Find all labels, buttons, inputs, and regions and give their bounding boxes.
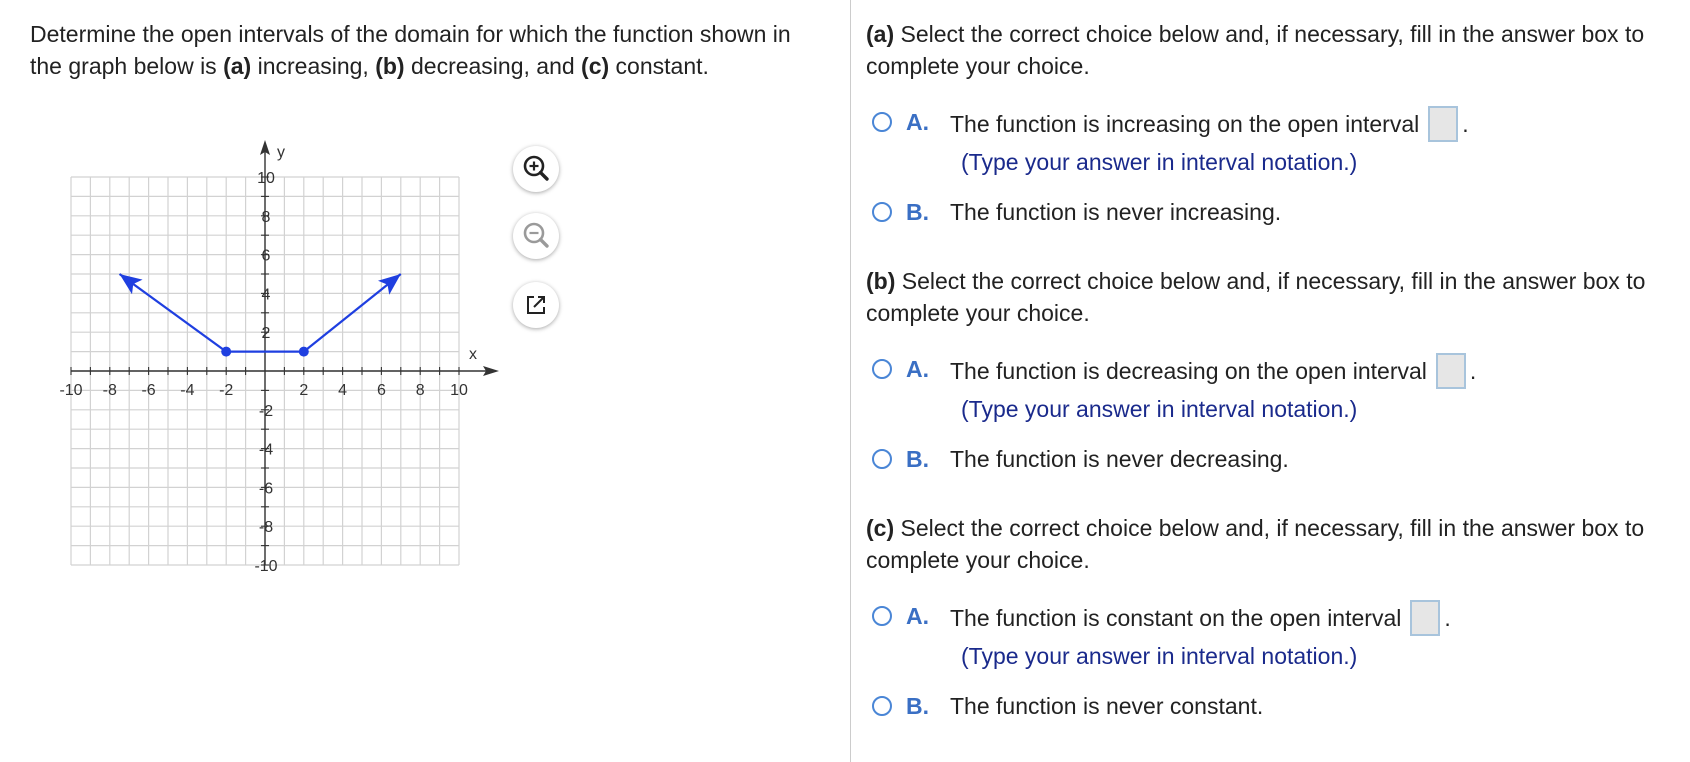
part-c-choice-a-radio[interactable] <box>872 606 892 626</box>
zoom-out-icon <box>523 222 549 248</box>
popout-button[interactable] <box>513 282 559 328</box>
part-b-choice-b[interactable]: B. The function is never decreasing. <box>872 443 1289 475</box>
x-tick-label: 4 <box>338 382 347 399</box>
y-tick-label: -8 <box>259 519 273 536</box>
part-b-choice-b-label: The function is never decreasing. <box>950 446 1289 472</box>
function-graph: -10 -8 -6 -4 -2 2 4 6 8 10 10 8 6 4 2 -2 -4 -6 -8 -10 x y <box>59 140 499 575</box>
part-c-heading-text: Select the correct choice below and, if … <box>866 515 1645 573</box>
part-b-period: . <box>1469 358 1477 384</box>
pane-divider <box>850 0 851 762</box>
part-c-hint: (Type your answer in interval notation.) <box>961 643 1358 669</box>
part-a-label: (a) <box>866 21 895 47</box>
page: Determine the open intervals of the doma… <box>0 0 1690 762</box>
part-c-choice-b[interactable]: B. The function is never constant. <box>872 690 1263 722</box>
part-a-heading-text: Select the correct choice below and, if … <box>866 21 1645 79</box>
part-b-choice-b-radio[interactable] <box>872 449 892 469</box>
popout-icon <box>527 296 545 314</box>
part-b: (b) Select the correct choice below and,… <box>866 265 1686 475</box>
question-constant: constant. <box>609 53 709 79</box>
question-pane: Determine the open intervals of the doma… <box>0 0 850 762</box>
y-tick-label: -4 <box>259 442 273 459</box>
y-axis-label: y <box>277 144 285 161</box>
part-c-period: . <box>1444 605 1451 631</box>
x-tick-label: 2 <box>299 382 308 399</box>
part-b-answer-box[interactable] <box>1435 353 1466 389</box>
part-a-choice-b-radio[interactable] <box>872 202 892 222</box>
question-text: Determine the open intervals of the doma… <box>30 18 820 82</box>
part-b-choice-a-letter: A. <box>906 356 929 382</box>
part-b-hint: (Type your answer in interval notation.) <box>961 396 1358 422</box>
y-tick-label: -2 <box>259 403 273 420</box>
part-a-choice-a[interactable]: A. The function is increasing on the ope… <box>872 106 1469 142</box>
part-c-choice-b-label: The function is never constant. <box>950 693 1264 719</box>
part-a-answer-box[interactable] <box>1428 106 1459 142</box>
part-c-choice-a[interactable]: A. The function is constant on the open … <box>872 600 1451 636</box>
x-tick-label: -2 <box>219 382 233 399</box>
part-a-heading: (a) Select the correct choice below and,… <box>866 18 1686 82</box>
part-a-choice-a-radio[interactable] <box>872 112 892 132</box>
part-a-choice-b-label: The function is never increasing. <box>950 199 1282 225</box>
y-tick-label: -6 <box>259 480 273 497</box>
part-a-choice-a-label: The function is increasing on the open i… <box>950 111 1420 137</box>
part-b-heading: (b) Select the correct choice below and,… <box>866 265 1686 329</box>
question-decreasing: decreasing, and <box>404 53 582 79</box>
part-c-choice-b-radio[interactable] <box>872 696 892 716</box>
zoom-in-button[interactable] <box>513 146 559 192</box>
y-tick-label: 4 <box>262 286 271 303</box>
part-a-choice-b-letter: B. <box>906 199 929 225</box>
x-axis-label: x <box>469 346 477 363</box>
part-a-period: . <box>1462 111 1469 137</box>
part-b-heading-text: Select the correct choice below and, if … <box>866 268 1646 326</box>
graph-tick-labels: -10 -8 -6 -4 -2 2 4 6 8 10 10 8 6 4 2 -2 -4 -6 -8 -10 x y <box>59 144 477 575</box>
part-a-choice-a-text: The function is increasing on the open i… <box>950 106 1469 142</box>
x-tick-label: -4 <box>180 382 194 399</box>
part-c-label: (c) <box>866 515 895 541</box>
question-increasing: increasing, <box>251 53 376 79</box>
x-tick-label: -6 <box>141 382 155 399</box>
x-tick-label: -8 <box>103 382 117 399</box>
part-a: (a) Select the correct choice below and,… <box>866 18 1686 228</box>
x-tick-label: 10 <box>450 382 468 399</box>
part-c: (c) Select the correct choice below and,… <box>866 512 1686 722</box>
graph-curve <box>118 273 402 357</box>
part-a-choice-a-letter: A. <box>906 109 929 135</box>
part-c-choice-a-text: The function is constant on the open int… <box>950 600 1451 636</box>
x-tick-label: 6 <box>377 382 386 399</box>
part-b-label: (b) <box>866 268 896 294</box>
part-a-choice-b[interactable]: B. The function is never increasing. <box>872 196 1281 228</box>
curve-arrow-left <box>119 274 143 295</box>
part-b-choice-a-radio[interactable] <box>872 359 892 379</box>
x-tick-label: -10 <box>59 382 82 399</box>
y-tick-label: -10 <box>254 558 277 575</box>
y-tick-label: 8 <box>262 209 271 226</box>
question-label-c: (c) <box>581 53 610 79</box>
zoom-out-button[interactable] <box>513 213 559 259</box>
part-c-heading: (c) Select the correct choice below and,… <box>866 512 1686 576</box>
question-label-a: (a) <box>223 53 252 79</box>
question-label-b: (b) <box>375 53 405 79</box>
y-tick-label: 6 <box>262 248 271 265</box>
part-b-choice-a-text: The function is decreasing on the open i… <box>950 353 1476 389</box>
part-a-hint: (Type your answer in interval notation.) <box>961 149 1358 175</box>
part-b-choice-a-label: The function is decreasing on the open i… <box>950 358 1427 384</box>
part-c-answer-box[interactable] <box>1410 600 1441 636</box>
x-tick-label: 8 <box>416 382 425 399</box>
zoom-in-icon <box>523 155 549 181</box>
y-tick-label: 2 <box>262 325 271 342</box>
curve-point <box>221 346 232 357</box>
answer-pane: (a) Select the correct choice below and,… <box>866 0 1690 762</box>
part-c-choice-b-letter: B. <box>906 693 929 719</box>
part-b-choice-b-letter: B. <box>906 446 929 472</box>
part-c-choice-a-letter: A. <box>906 603 929 629</box>
y-tick-label: 10 <box>257 170 275 187</box>
part-b-choice-a[interactable]: A. The function is decreasing on the ope… <box>872 353 1476 389</box>
part-c-choice-a-label: The function is constant on the open int… <box>950 605 1402 631</box>
curve-point <box>298 346 309 357</box>
